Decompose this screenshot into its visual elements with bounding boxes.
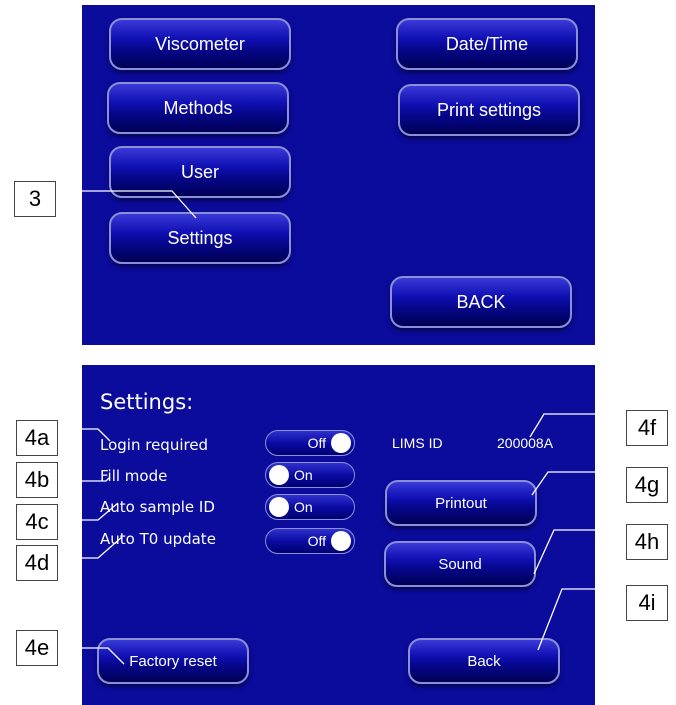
auto-sample-id-toggle[interactable]: On: [265, 494, 355, 520]
callout-4g: 4g: [626, 467, 668, 503]
callout-4h: 4h: [626, 524, 668, 560]
callout-4c: 4c: [16, 504, 58, 540]
toggle-knob: [331, 433, 351, 453]
auto-t0-update-toggle[interactable]: Off: [265, 528, 355, 554]
back-button-main[interactable]: BACK: [390, 276, 572, 328]
toggle-state-label: On: [294, 467, 313, 483]
callout-4e: 4e: [16, 630, 58, 666]
toggle-knob: [331, 531, 351, 551]
lims-id-value[interactable]: 200008A: [497, 435, 553, 451]
callout-4i: 4i: [626, 585, 668, 621]
toggle-state-label: Off: [307, 435, 326, 451]
user-button[interactable]: User: [109, 146, 291, 198]
sound-button[interactable]: Sound: [384, 541, 536, 587]
back-button-settings[interactable]: Back: [408, 638, 560, 684]
login-required-label: Login required: [100, 436, 209, 454]
callout-4d: 4d: [16, 545, 58, 581]
auto-sample-id-label: Auto sample ID: [100, 498, 215, 516]
viscometer-button[interactable]: Viscometer: [109, 18, 291, 70]
fill-mode-toggle[interactable]: On: [265, 462, 355, 488]
date-time-button[interactable]: Date/Time: [396, 18, 578, 70]
toggle-state-label: Off: [307, 533, 326, 549]
toggle-state-label: On: [294, 499, 313, 515]
callout-4a: 4a: [16, 420, 58, 456]
methods-button[interactable]: Methods: [107, 82, 289, 134]
print-settings-button[interactable]: Print settings: [398, 84, 580, 136]
lims-id-label: LIMS ID: [392, 435, 443, 451]
printout-button[interactable]: Printout: [385, 480, 537, 526]
auto-t0-update-label: Auto T0 update: [100, 530, 216, 548]
toggle-knob: [269, 465, 289, 485]
fill-mode-label: Fill mode: [100, 467, 168, 485]
settings-button[interactable]: Settings: [109, 212, 291, 264]
callout-3: 3: [14, 181, 56, 217]
factory-reset-button[interactable]: Factory reset: [97, 638, 249, 684]
login-required-toggle[interactable]: Off: [265, 430, 355, 456]
toggle-knob: [269, 497, 289, 517]
callout-4f: 4f: [626, 410, 668, 446]
callout-4b: 4b: [16, 462, 58, 498]
settings-title: Settings:: [100, 390, 194, 414]
